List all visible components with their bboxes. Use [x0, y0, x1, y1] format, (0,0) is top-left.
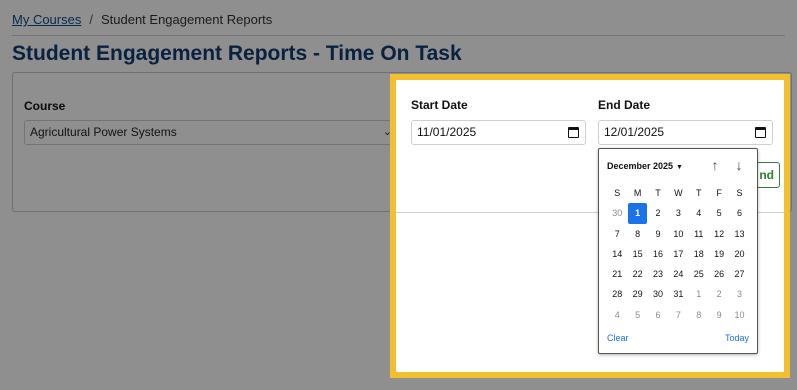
- month-label: December 2025: [607, 161, 674, 171]
- end-date-label: End Date: [598, 98, 651, 112]
- day-cell[interactable]: 24: [668, 264, 688, 284]
- month-selector[interactable]: December 2025 ▼: [607, 157, 749, 175]
- day-cell[interactable]: 23: [648, 264, 668, 284]
- day-cell[interactable]: 8: [689, 305, 709, 325]
- day-cell[interactable]: 3: [729, 284, 749, 304]
- day-cell[interactable]: 20: [729, 244, 749, 264]
- day-cell[interactable]: 4: [607, 305, 627, 325]
- end-date-input[interactable]: 12/01/2025: [598, 120, 773, 145]
- day-cell[interactable]: 7: [668, 305, 688, 325]
- day-cell[interactable]: 1: [689, 284, 709, 304]
- day-cell[interactable]: 27: [729, 264, 749, 284]
- weekday-header: T: [655, 188, 661, 198]
- day-cell[interactable]: 12: [709, 224, 729, 244]
- day-cell[interactable]: 5: [709, 203, 729, 223]
- weekday-header: T: [696, 188, 702, 198]
- day-cell[interactable]: 10: [729, 305, 749, 325]
- day-cell[interactable]: 21: [607, 264, 627, 284]
- day-cell[interactable]: 5: [627, 305, 647, 325]
- day-cell[interactable]: 19: [709, 244, 729, 264]
- day-cell-selected[interactable]: 1: [628, 203, 647, 224]
- day-cell[interactable]: 6: [729, 203, 749, 223]
- weekday-header: S: [736, 188, 743, 198]
- day-cell[interactable]: 18: [689, 244, 709, 264]
- weekday-header: M: [633, 188, 642, 198]
- day-cell[interactable]: 29: [627, 284, 647, 304]
- day-cell[interactable]: 7: [607, 224, 627, 244]
- day-cell[interactable]: 28: [607, 284, 627, 304]
- day-cell[interactable]: 31: [668, 284, 688, 304]
- day-cell[interactable]: 8: [627, 224, 647, 244]
- day-cell[interactable]: 14: [607, 244, 627, 264]
- day-cell[interactable]: 3: [668, 203, 688, 223]
- day-cell[interactable]: 25: [689, 264, 709, 284]
- day-cell[interactable]: 30: [648, 284, 668, 304]
- day-cell[interactable]: 26: [709, 264, 729, 284]
- caret-down-icon: ▼: [676, 164, 683, 171]
- day-cell[interactable]: 30: [607, 203, 627, 223]
- day-cell[interactable]: 10: [668, 224, 688, 244]
- weekday-header: S: [614, 188, 621, 198]
- start-date-label: Start Date: [411, 98, 468, 112]
- day-cell[interactable]: 6: [648, 305, 668, 325]
- start-date-input[interactable]: 11/01/2025: [411, 120, 586, 145]
- weekday-header: W: [674, 188, 683, 198]
- calendar-icon[interactable]: [755, 127, 766, 138]
- calendar-icon[interactable]: [568, 127, 579, 138]
- calendar-grid: S M T W T F S 30 1 2 3 4 5 6 7 8 9 10 11…: [607, 183, 750, 325]
- day-cell[interactable]: 17: [668, 244, 688, 264]
- day-cell[interactable]: 13: [729, 224, 749, 244]
- day-cell[interactable]: 4: [689, 203, 709, 223]
- page: My Courses / Student Engagement Reports …: [0, 0, 797, 390]
- arrow-down-icon[interactable]: ↓: [731, 156, 747, 174]
- date-range-highlight: Start Date 11/01/2025 End Date 12/01/202…: [390, 74, 790, 378]
- clear-button[interactable]: Clear: [607, 333, 629, 343]
- start-date-value: 11/01/2025: [417, 125, 477, 139]
- day-cell[interactable]: 2: [648, 203, 668, 223]
- day-cell[interactable]: 2: [709, 284, 729, 304]
- arrow-up-icon[interactable]: ↑: [707, 156, 723, 174]
- day-cell[interactable]: 9: [709, 305, 729, 325]
- weekday-header: F: [716, 188, 722, 198]
- end-date-value: 12/01/2025: [604, 125, 665, 139]
- picker-footer: Clear Today: [607, 333, 749, 343]
- date-picker-popup: December 2025 ▼ ↑ ↓ S M T W T F S 30 1 2 …: [598, 148, 758, 354]
- day-cell[interactable]: 11: [689, 224, 709, 244]
- day-cell[interactable]: 15: [627, 244, 647, 264]
- today-button[interactable]: Today: [725, 333, 749, 343]
- day-cell[interactable]: 22: [627, 264, 647, 284]
- day-cell[interactable]: 9: [648, 224, 668, 244]
- day-cell[interactable]: 16: [648, 244, 668, 264]
